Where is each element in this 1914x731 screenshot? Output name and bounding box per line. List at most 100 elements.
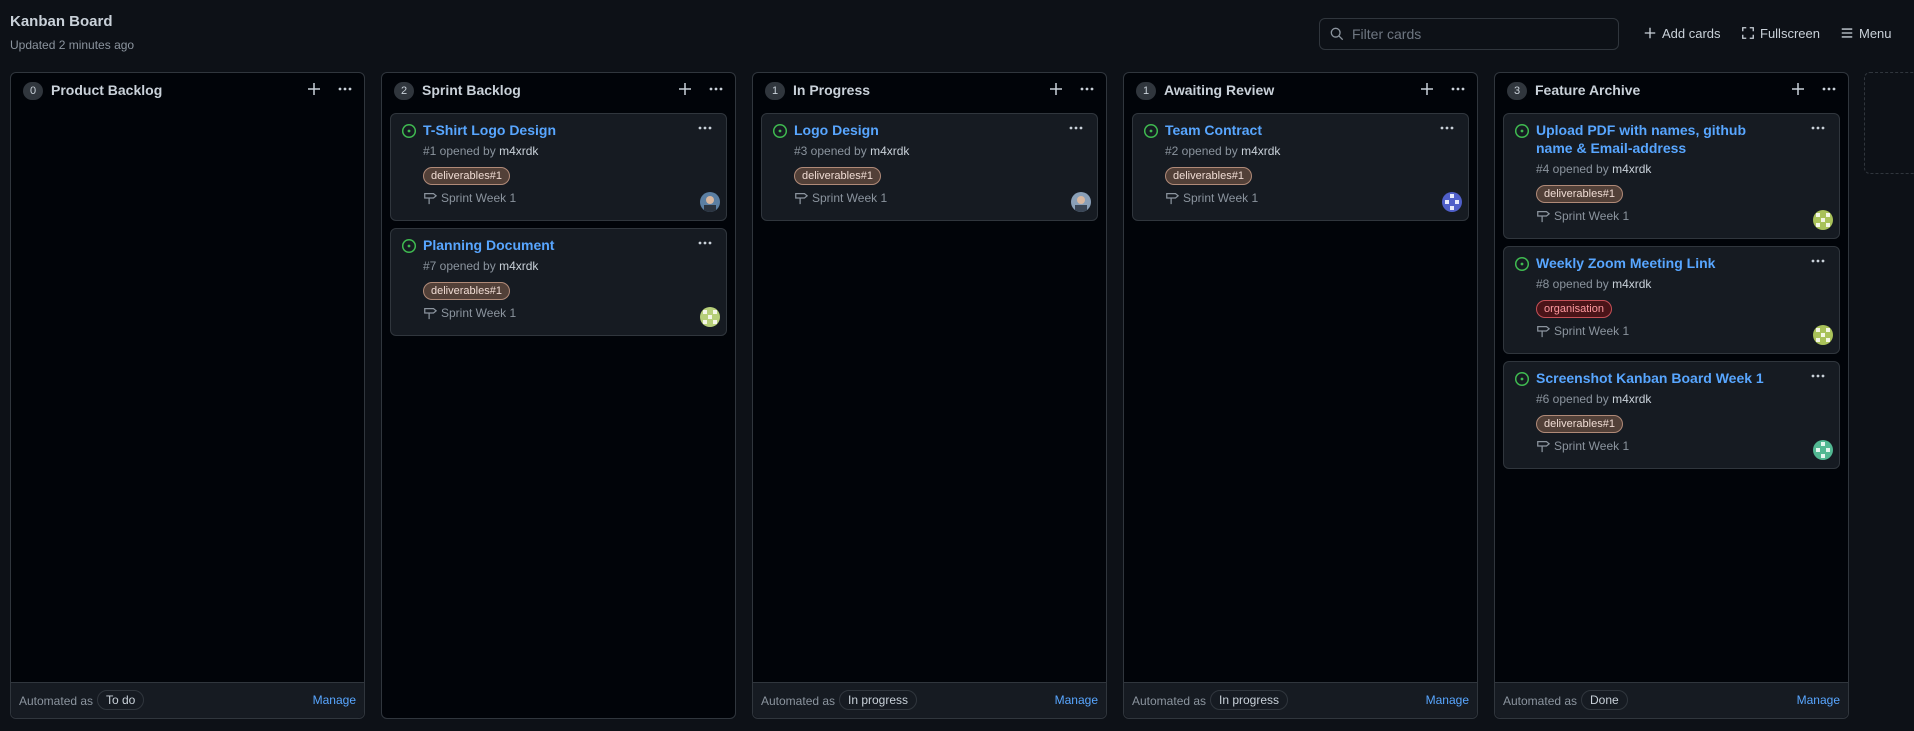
milestone-link[interactable]: Sprint Week 1 xyxy=(1536,209,1629,223)
kebab-horizontal-icon[interactable] xyxy=(1067,120,1085,136)
add-column-placeholder[interactable] xyxy=(1864,72,1914,174)
author-link[interactable]: m4xrdk xyxy=(1241,144,1280,158)
kebab-horizontal-icon[interactable] xyxy=(1820,81,1838,97)
card-title-link[interactable]: T-Shirt Logo Design xyxy=(423,121,673,139)
automation-badge: To do xyxy=(97,690,145,710)
card-title-link[interactable]: Upload PDF with names, github name & Ema… xyxy=(1536,121,1786,157)
add-cards-button[interactable]: Add cards xyxy=(1643,22,1721,44)
kebab-horizontal-icon[interactable] xyxy=(1449,81,1467,97)
filter-cards-input[interactable] xyxy=(1352,26,1602,42)
kebab-horizontal-icon[interactable] xyxy=(707,81,725,97)
manage-link[interactable]: Manage xyxy=(1797,693,1840,707)
milestone-label: Sprint Week 1 xyxy=(1183,191,1259,205)
author-link[interactable]: m4xrdk xyxy=(499,144,538,158)
label-badge[interactable]: deliverables#1 xyxy=(1165,167,1252,185)
kebab-horizontal-icon[interactable] xyxy=(1809,253,1827,269)
card-title-link[interactable]: Screenshot Kanban Board Week 1 xyxy=(1536,369,1786,387)
plus-icon[interactable] xyxy=(677,81,693,97)
milestone-label: Sprint Week 1 xyxy=(1554,209,1630,223)
label-badge[interactable]: deliverables#1 xyxy=(1536,185,1623,203)
milestone-link[interactable]: Sprint Week 1 xyxy=(1536,439,1629,453)
avatar[interactable] xyxy=(1071,192,1091,212)
issue-opened-icon xyxy=(401,123,417,139)
milestone-link[interactable]: Sprint Week 1 xyxy=(1165,191,1258,205)
manage-link[interactable]: Manage xyxy=(313,693,356,707)
plus-icon[interactable] xyxy=(1048,81,1064,97)
avatar[interactable] xyxy=(1442,192,1462,212)
kebab-horizontal-icon[interactable] xyxy=(1438,120,1456,136)
plus-icon[interactable] xyxy=(1419,81,1435,97)
card-meta: #2 opened by m4xrdk xyxy=(1165,144,1280,158)
kebab-horizontal-icon[interactable] xyxy=(1809,120,1827,136)
column-title: Sprint Backlog xyxy=(422,82,521,98)
issue-card[interactable]: Logo Design #3 opened by m4xrdk delivera… xyxy=(761,113,1098,221)
milestone-icon xyxy=(1536,439,1550,453)
automated-as-label: Automated as xyxy=(1503,694,1578,708)
automated-as-label: Automated as xyxy=(1132,694,1207,708)
card-title-link[interactable]: Logo Design xyxy=(794,121,1044,139)
issue-card[interactable]: Screenshot Kanban Board Week 1 #6 opened… xyxy=(1503,361,1840,469)
plus-icon[interactable] xyxy=(1790,81,1806,97)
label-badge[interactable]: deliverables#1 xyxy=(423,282,510,300)
label-badge[interactable]: organisation xyxy=(1536,300,1612,318)
column-header: 1 Awaiting Review xyxy=(1124,73,1477,108)
milestone-link[interactable]: Sprint Week 1 xyxy=(423,306,516,320)
label-badge[interactable]: deliverables#1 xyxy=(1536,415,1623,433)
card-title-link[interactable]: Team Contract xyxy=(1165,121,1415,139)
kebab-horizontal-icon[interactable] xyxy=(696,235,714,251)
card-meta: #3 opened by m4xrdk xyxy=(794,144,909,158)
kebab-horizontal-icon[interactable] xyxy=(696,120,714,136)
milestone-label: Sprint Week 1 xyxy=(1554,439,1630,453)
milestone-label: Sprint Week 1 xyxy=(441,191,517,205)
filter-cards-field[interactable] xyxy=(1319,18,1619,50)
card-meta: #8 opened by m4xrdk xyxy=(1536,277,1651,291)
kebab-horizontal-icon[interactable] xyxy=(1809,368,1827,384)
issue-opened-icon xyxy=(1514,371,1530,387)
author-link[interactable]: m4xrdk xyxy=(870,144,909,158)
card-title-link[interactable]: Weekly Zoom Meeting Link xyxy=(1536,254,1786,272)
card-meta: #6 opened by m4xrdk xyxy=(1536,392,1651,406)
milestone-link[interactable]: Sprint Week 1 xyxy=(423,191,516,205)
avatar[interactable] xyxy=(1813,210,1833,230)
automation-badge: In progress xyxy=(1210,690,1289,710)
column-card-count: 2 xyxy=(394,82,414,100)
issue-card[interactable]: Upload PDF with names, github name & Ema… xyxy=(1503,113,1840,239)
issue-card[interactable]: Planning Document #7 opened by m4xrdk de… xyxy=(390,228,727,336)
issue-number: #6 opened by xyxy=(1536,392,1609,406)
avatar[interactable] xyxy=(700,192,720,212)
manage-link[interactable]: Manage xyxy=(1426,693,1469,707)
label-badge[interactable]: deliverables#1 xyxy=(794,167,881,185)
menu-button[interactable]: Menu xyxy=(1840,22,1892,44)
manage-link[interactable]: Manage xyxy=(1055,693,1098,707)
card-title-link[interactable]: Planning Document xyxy=(423,236,673,254)
fullscreen-label: Fullscreen xyxy=(1760,25,1820,41)
author-link[interactable]: m4xrdk xyxy=(499,259,538,273)
author-link[interactable]: m4xrdk xyxy=(1612,392,1651,406)
kebab-horizontal-icon[interactable] xyxy=(1078,81,1096,97)
issue-card[interactable]: Weekly Zoom Meeting Link #8 opened by m4… xyxy=(1503,246,1840,354)
issue-opened-icon xyxy=(1514,256,1530,272)
milestone-icon xyxy=(423,306,437,320)
author-link[interactable]: m4xrdk xyxy=(1612,162,1651,176)
milestone-link[interactable]: Sprint Week 1 xyxy=(794,191,887,205)
issue-opened-icon xyxy=(401,238,417,254)
plus-icon[interactable] xyxy=(306,81,322,97)
milestone-label: Sprint Week 1 xyxy=(812,191,888,205)
avatar[interactable] xyxy=(700,307,720,327)
milestone-link[interactable]: Sprint Week 1 xyxy=(1536,324,1629,338)
fullscreen-button[interactable]: Fullscreen xyxy=(1741,22,1820,44)
author-link[interactable]: m4xrdk xyxy=(1612,277,1651,291)
avatar[interactable] xyxy=(1813,440,1833,460)
plus-icon xyxy=(1643,26,1657,40)
issue-card[interactable]: Team Contract #2 opened by m4xrdk delive… xyxy=(1132,113,1469,221)
card-meta: #4 opened by m4xrdk xyxy=(1536,162,1651,176)
kebab-horizontal-icon[interactable] xyxy=(336,81,354,97)
label-badge[interactable]: deliverables#1 xyxy=(423,167,510,185)
column-footer: Automated as Done Manage xyxy=(1495,682,1848,718)
issue-card[interactable]: T-Shirt Logo Design #1 opened by m4xrdk … xyxy=(390,113,727,221)
issue-number: #1 opened by xyxy=(423,144,496,158)
fullscreen-icon xyxy=(1742,27,1754,39)
automated-as-label: Automated as xyxy=(19,694,94,708)
avatar[interactable] xyxy=(1813,325,1833,345)
milestone-label: Sprint Week 1 xyxy=(1554,324,1630,338)
